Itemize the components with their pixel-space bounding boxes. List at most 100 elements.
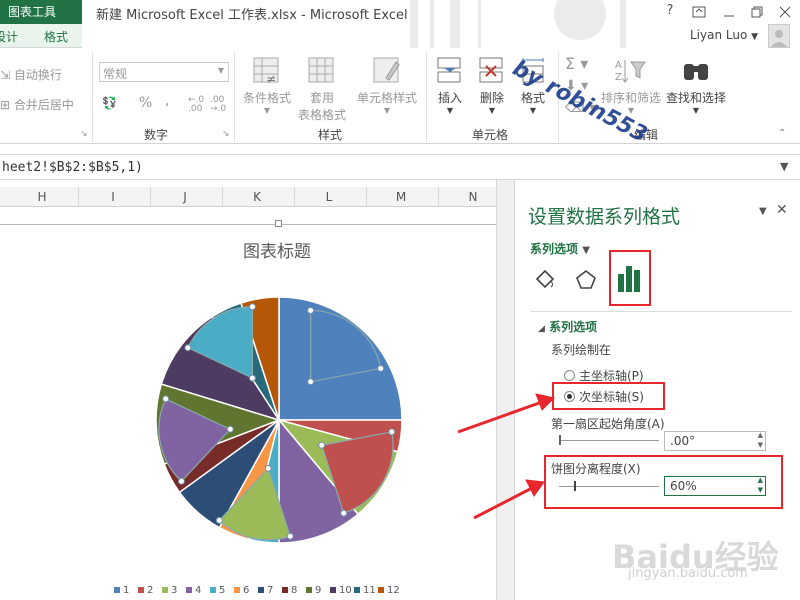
- tab-format[interactable]: 格式: [44, 28, 68, 45]
- selection-handle[interactable]: [226, 425, 234, 433]
- legend-item[interactable]: 6: [234, 585, 249, 596]
- spin-down-icon[interactable]: ▼: [758, 441, 763, 449]
- expand-formula-bar-icon[interactable]: ▼: [780, 160, 788, 173]
- column-header-n[interactable]: N: [463, 190, 483, 204]
- column-header-m[interactable]: M: [391, 190, 411, 204]
- series-options-section[interactable]: ◢ 系列选项: [538, 318, 597, 335]
- pie-plot-area[interactable]: [0, 280, 496, 560]
- legend-item[interactable]: 4: [186, 585, 201, 596]
- tab-design[interactable]: 设计: [0, 28, 18, 45]
- user-account[interactable]: Liyan Luo ▼: [690, 28, 758, 42]
- legend-label: 5: [219, 585, 226, 596]
- spin-up-icon[interactable]: ▲: [758, 431, 763, 439]
- pie-explosion-spinner[interactable]: 60% ▲ ▼: [664, 476, 766, 496]
- selection-handle[interactable]: [377, 364, 385, 372]
- document-title: 新建 Microsoft Excel 工作表.xlsx - Microsoft …: [96, 8, 408, 23]
- selection-handle[interactable]: [177, 477, 185, 485]
- first-slice-angle-spinner[interactable]: .00° ▲ ▼: [664, 431, 766, 451]
- column-divider: [438, 187, 439, 207]
- selection-handle[interactable]: [340, 509, 348, 517]
- selection-handle[interactable]: [215, 516, 223, 524]
- spin-up-icon[interactable]: ▲: [758, 476, 763, 484]
- legend-item[interactable]: 3: [162, 585, 177, 596]
- accounting-format-button[interactable]: 💱: [102, 96, 117, 110]
- format-as-table-button[interactable]: 套用 表格格式: [294, 56, 350, 123]
- legend-item[interactable]: 7: [258, 585, 273, 596]
- pane-options-chevron-icon[interactable]: ▼: [759, 206, 767, 217]
- percent-button[interactable]: %: [139, 95, 152, 111]
- legend-swatch: [306, 587, 312, 593]
- ribbon-display-options-icon[interactable]: [684, 0, 714, 24]
- legend-item[interactable]: 12: [378, 585, 400, 596]
- legend-item[interactable]: 11: [354, 585, 376, 596]
- legend-item[interactable]: 2: [138, 585, 153, 596]
- close-icon[interactable]: [770, 0, 800, 24]
- wrap-text-button[interactable]: ⇲ 自动换行: [0, 66, 62, 83]
- comma-button[interactable]: ,: [165, 93, 169, 109]
- selection-handle[interactable]: [184, 344, 192, 352]
- selection-handle[interactable]: [307, 378, 315, 386]
- formula-bar-input[interactable]: heet2!$B$2:$B$5,1): [2, 160, 143, 175]
- selection-handle[interactable]: [248, 303, 256, 311]
- currency-icon: 💱: [102, 96, 117, 110]
- insert-cells-icon: [437, 57, 461, 83]
- series-options-tab[interactable]: [609, 250, 651, 306]
- find-select-button[interactable]: 查找和选择 ▼: [664, 56, 728, 115]
- conditional-format-button[interactable]: ≠ 条件格式 ▼: [240, 56, 294, 115]
- legend-item[interactable]: 8: [282, 585, 297, 596]
- sort-filter-icon: AZ: [615, 60, 646, 83]
- spin-down-icon[interactable]: ▼: [758, 486, 763, 494]
- legend-swatch: [282, 587, 288, 593]
- column-header-l[interactable]: L: [319, 190, 339, 204]
- delete-button[interactable]: 删除 ▼: [475, 56, 509, 115]
- selection-handle[interactable]: [388, 428, 396, 436]
- column-header-k[interactable]: K: [247, 190, 267, 204]
- pie-explosion-thumb[interactable]: [574, 481, 576, 491]
- selection-handle[interactable]: [286, 532, 294, 540]
- legend-label: 6: [243, 585, 250, 596]
- insert-button[interactable]: 插入 ▼: [433, 56, 467, 115]
- legend-swatch: [114, 587, 120, 593]
- fill-line-tab-icon[interactable]: [533, 267, 557, 294]
- merge-center-button[interactable]: ⊞ 合并后居中: [0, 96, 74, 113]
- increase-decimal-icon[interactable]: ←.0.00: [188, 96, 204, 114]
- effects-tab-icon[interactable]: [574, 268, 598, 295]
- number-format-select[interactable]: 常规 ▼: [99, 62, 229, 82]
- column-header-i[interactable]: I: [103, 190, 123, 204]
- selection-handle[interactable]: [307, 306, 315, 314]
- user-dropdown-icon: ▼: [751, 32, 759, 42]
- legend-item[interactable]: 5: [210, 585, 225, 596]
- legend-label: 11: [363, 585, 376, 596]
- collapse-ribbon-icon[interactable]: ⌃: [778, 128, 786, 139]
- secondary-axis-radio[interactable]: [564, 391, 575, 402]
- selection-handle[interactable]: [318, 441, 326, 449]
- avatar[interactable]: [768, 24, 790, 48]
- primary-axis-radio[interactable]: [564, 370, 575, 381]
- legend-label: 10: [339, 585, 352, 596]
- pane-close-icon[interactable]: ✕: [776, 202, 788, 218]
- column-header-j[interactable]: J: [175, 190, 195, 204]
- column-header-h[interactable]: H: [32, 190, 52, 204]
- selection-handle[interactable]: [248, 374, 256, 382]
- series-options-dropdown[interactable]: 系列选项 ▼: [530, 240, 590, 257]
- legend-item[interactable]: 10: [330, 585, 352, 596]
- chart-resize-handle[interactable]: [275, 220, 282, 227]
- restore-icon[interactable]: [742, 0, 772, 24]
- number-dialog-launcher-icon[interactable]: ↘: [222, 129, 230, 139]
- autosum-icon[interactable]: Σ ▾: [565, 54, 588, 73]
- alignment-dialog-launcher-icon[interactable]: ↘: [80, 129, 88, 139]
- plot-series-on-label: 系列绘制在: [551, 343, 612, 357]
- user-name: Liyan Luo: [690, 28, 748, 42]
- legend-item[interactable]: 9: [306, 585, 321, 596]
- cell-styles-button[interactable]: 单元格样式 ▼: [352, 56, 422, 115]
- chart-title[interactable]: 图表标题: [243, 237, 311, 262]
- legend-item[interactable]: 1: [114, 585, 129, 596]
- decrease-decimal-icon[interactable]: .00 →.0: [210, 96, 226, 114]
- selection-handle[interactable]: [162, 395, 170, 403]
- minimize-icon[interactable]: [714, 0, 744, 24]
- secondary-axis-label[interactable]: 次坐标轴(S): [579, 388, 644, 405]
- selection-handle[interactable]: [264, 464, 272, 472]
- chart-legend[interactable]: 1 2 3 4 5 6 7 8 9 10 11 12: [0, 583, 496, 597]
- first-slice-angle-slider[interactable]: [559, 440, 659, 441]
- annotation-arrows: [457, 393, 555, 520]
